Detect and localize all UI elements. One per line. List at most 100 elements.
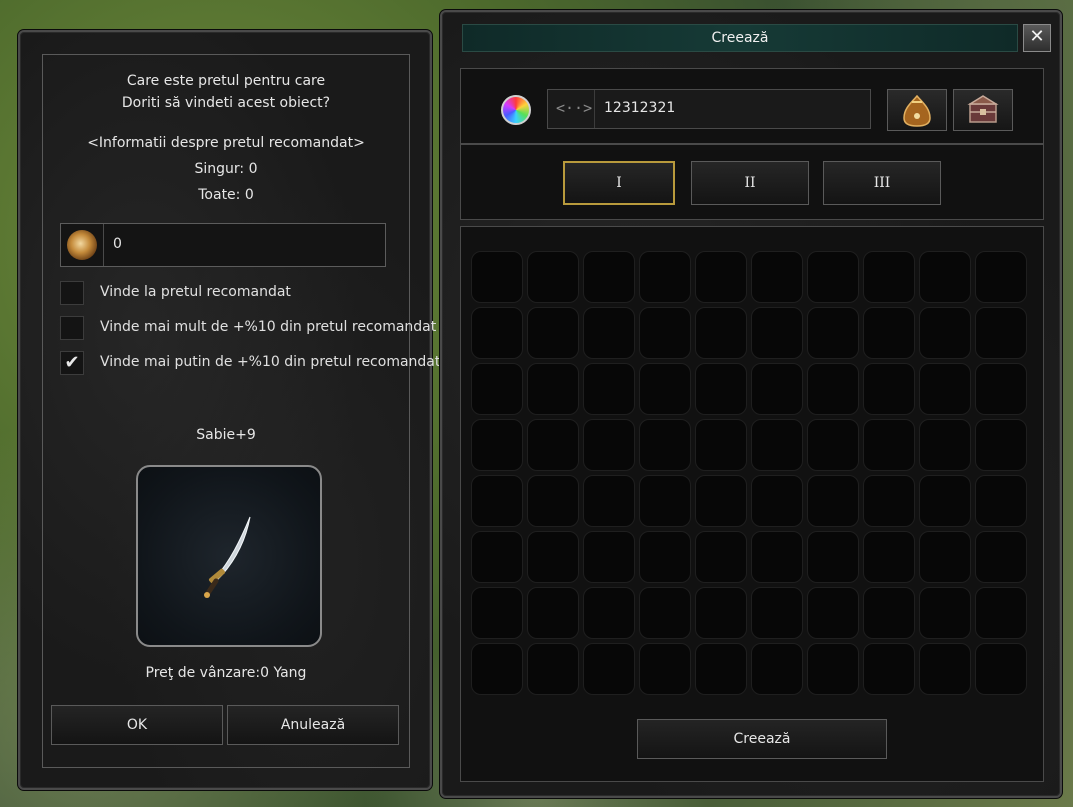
inventory-slot[interactable]	[527, 531, 579, 583]
inventory-slot[interactable]	[919, 531, 971, 583]
inventory-slot[interactable]	[639, 475, 691, 527]
inventory-slot[interactable]	[583, 531, 635, 583]
inventory-slot[interactable]	[807, 643, 859, 695]
inventory-slot[interactable]	[751, 643, 803, 695]
tab-page-3[interactable]: III	[823, 161, 941, 205]
chest-button[interactable]	[953, 89, 1013, 131]
inventory-slot[interactable]	[471, 531, 523, 583]
inventory-slot[interactable]	[807, 251, 859, 303]
inventory-slot[interactable]	[807, 531, 859, 583]
tab-page-1[interactable]: I	[563, 161, 675, 205]
inventory-slot[interactable]	[807, 475, 859, 527]
inventory-slot[interactable]	[919, 363, 971, 415]
inventory-slot[interactable]	[807, 307, 859, 359]
inventory-slot[interactable]	[807, 419, 859, 471]
inventory-slot[interactable]	[695, 587, 747, 639]
inventory-slot[interactable]	[583, 307, 635, 359]
inventory-slot[interactable]	[807, 587, 859, 639]
inventory-slot[interactable]	[919, 419, 971, 471]
inventory-slot[interactable]	[863, 363, 915, 415]
price-input[interactable]: 0	[60, 223, 386, 267]
item-slot[interactable]	[136, 465, 322, 647]
inventory-slot[interactable]	[583, 475, 635, 527]
inventory-slot[interactable]	[751, 307, 803, 359]
inventory-slot[interactable]	[471, 475, 523, 527]
inventory-slot[interactable]	[751, 251, 803, 303]
inventory-slot[interactable]	[863, 531, 915, 583]
option-higher-checkbox[interactable]	[60, 316, 84, 340]
inventory-slot[interactable]	[919, 251, 971, 303]
inventory-slot[interactable]	[527, 363, 579, 415]
inventory-slot[interactable]	[527, 643, 579, 695]
inventory-slot[interactable]	[471, 419, 523, 471]
inventory-slot[interactable]	[527, 251, 579, 303]
inventory-slot[interactable]	[919, 587, 971, 639]
option-lower-checkbox[interactable]: ✔	[60, 351, 84, 375]
inventory-slot[interactable]	[975, 363, 1027, 415]
item-name: Sabie+9	[196, 427, 256, 443]
inventory-slot[interactable]	[975, 643, 1027, 695]
inventory-slot[interactable]	[751, 587, 803, 639]
inventory-slot[interactable]	[583, 251, 635, 303]
inventory-slot[interactable]	[695, 307, 747, 359]
inventory-slot[interactable]	[471, 587, 523, 639]
inventory-slot[interactable]	[751, 475, 803, 527]
inventory-slot[interactable]	[863, 587, 915, 639]
inventory-slot[interactable]	[751, 419, 803, 471]
inventory-slot[interactable]	[527, 587, 579, 639]
inventory-slot[interactable]	[975, 307, 1027, 359]
inventory-slot[interactable]	[975, 419, 1027, 471]
inventory-slot[interactable]	[751, 363, 803, 415]
inventory-slot[interactable]	[863, 419, 915, 471]
inventory-slot[interactable]	[807, 363, 859, 415]
inventory-slot[interactable]	[639, 307, 691, 359]
inventory-slot[interactable]	[583, 419, 635, 471]
inventory-slot[interactable]	[639, 363, 691, 415]
inventory-slot[interactable]	[863, 475, 915, 527]
inventory-slot[interactable]	[975, 531, 1027, 583]
option-recommended-checkbox[interactable]	[60, 281, 84, 305]
inventory-slot[interactable]	[639, 587, 691, 639]
inventory-slot[interactable]	[975, 475, 1027, 527]
window-title[interactable]: Creează	[462, 24, 1018, 52]
inventory-slot[interactable]	[583, 587, 635, 639]
inventory-slot[interactable]	[919, 475, 971, 527]
close-button[interactable]: ✕	[1023, 24, 1051, 52]
tab-page-2[interactable]: II	[691, 161, 809, 205]
inventory-slot[interactable]	[919, 307, 971, 359]
inventory-slot[interactable]	[527, 475, 579, 527]
ok-button[interactable]: OK	[51, 705, 223, 745]
inventory-slot[interactable]	[975, 587, 1027, 639]
inventory-slot[interactable]	[919, 643, 971, 695]
inventory-slot[interactable]	[639, 643, 691, 695]
inventory-slot[interactable]	[695, 251, 747, 303]
inventory-slot[interactable]	[695, 419, 747, 471]
inventory-slot[interactable]	[527, 419, 579, 471]
create-button[interactable]: Creează	[637, 719, 887, 759]
inventory-slot[interactable]	[639, 531, 691, 583]
inventory-slot[interactable]	[583, 643, 635, 695]
inventory-slot[interactable]	[863, 643, 915, 695]
inventory-slot[interactable]	[471, 363, 523, 415]
inventory-slot[interactable]	[583, 363, 635, 415]
inventory-slot[interactable]	[639, 419, 691, 471]
inventory-slot[interactable]	[751, 531, 803, 583]
cancel-button[interactable]: Anulează	[227, 705, 399, 745]
sword-icon	[204, 516, 251, 598]
inventory-slot[interactable]	[695, 531, 747, 583]
name-input[interactable]: <··> 12312321	[547, 89, 871, 129]
color-wheel-icon[interactable]	[501, 95, 531, 125]
inventory-slot[interactable]	[471, 251, 523, 303]
inventory-slot[interactable]	[863, 251, 915, 303]
inventory-slot[interactable]	[863, 307, 915, 359]
inventory-slot[interactable]	[471, 643, 523, 695]
inventory-slot[interactable]	[527, 307, 579, 359]
sale-price-text: Preţ de vânzare:0 Yang	[145, 665, 307, 681]
inventory-slot[interactable]	[695, 643, 747, 695]
inventory-slot[interactable]	[695, 363, 747, 415]
inventory-slot[interactable]	[695, 475, 747, 527]
inventory-slot[interactable]	[639, 251, 691, 303]
pouch-button[interactable]	[887, 89, 947, 131]
inventory-slot[interactable]	[471, 307, 523, 359]
inventory-slot[interactable]	[975, 251, 1027, 303]
